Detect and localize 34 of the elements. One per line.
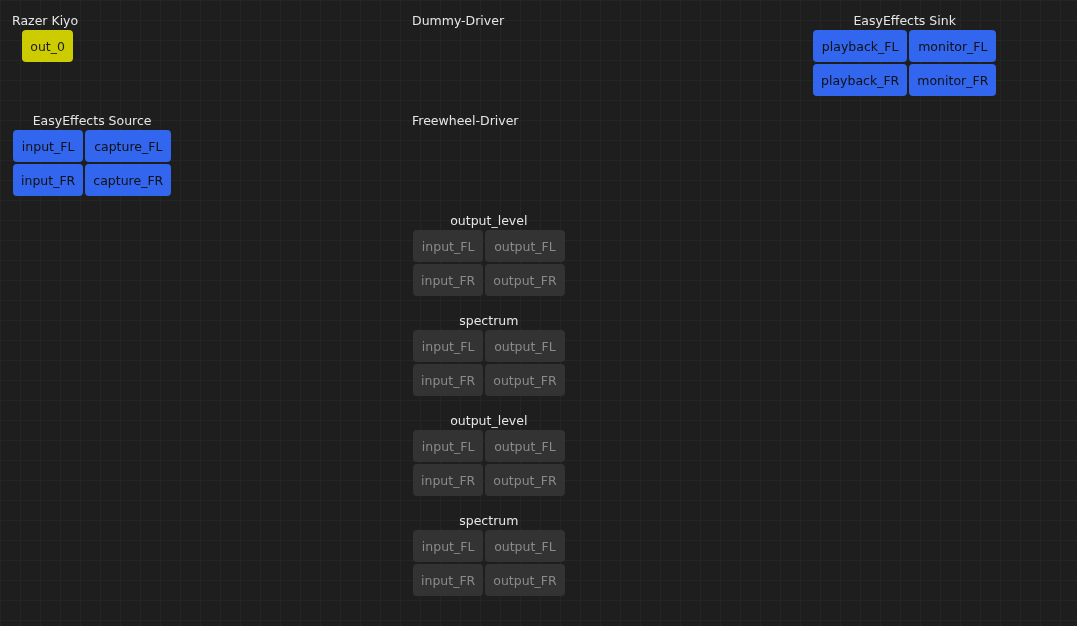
output-port[interactable]: capture_FR <box>85 164 172 196</box>
output-port[interactable]: output_FR <box>485 264 565 296</box>
input-port[interactable]: input_FL <box>13 130 84 162</box>
node-title: output_level <box>450 213 528 229</box>
input-port[interactable]: input_FL <box>413 230 484 262</box>
output-port[interactable]: output_FR <box>485 364 565 396</box>
input-port[interactable]: playback_FL <box>813 30 908 62</box>
node-title: Razer Kiyo <box>12 13 79 29</box>
input-port[interactable]: input_FR <box>413 464 484 496</box>
node-title: Dummy-Driver <box>412 13 505 29</box>
node-title: spectrum <box>459 313 519 329</box>
input-port[interactable]: input_FL <box>413 430 484 462</box>
output-port[interactable]: output_FL <box>485 430 565 462</box>
output-port[interactable]: capture_FL <box>85 130 172 162</box>
node-title: EasyEffects Source <box>32 113 152 129</box>
input-port[interactable]: input_FR <box>413 564 484 596</box>
input-port[interactable]: input_FR <box>413 364 484 396</box>
output-port[interactable]: output_FR <box>485 564 565 596</box>
input-port[interactable]: input_FR <box>13 164 84 196</box>
input-port[interactable]: input_FL <box>413 530 484 562</box>
output-port[interactable]: output_FL <box>485 530 565 562</box>
output-port[interactable]: output_FR <box>485 464 565 496</box>
output-port[interactable]: output_FL <box>485 230 565 262</box>
output-port[interactable]: monitor_FR <box>909 64 997 96</box>
input-port[interactable]: playback_FR <box>813 64 908 96</box>
node-title: Freewheel-Driver <box>412 113 519 129</box>
node-title: output_level <box>450 413 528 429</box>
input-port[interactable]: input_FL <box>413 330 484 362</box>
input-port[interactable]: input_FR <box>413 264 484 296</box>
output-port[interactable]: output_FL <box>485 330 565 362</box>
output-port[interactable]: monitor_FL <box>909 30 997 62</box>
node-title: spectrum <box>459 513 519 529</box>
node-title: EasyEffects Sink <box>853 13 956 29</box>
output-port[interactable]: out_0 <box>22 30 73 62</box>
